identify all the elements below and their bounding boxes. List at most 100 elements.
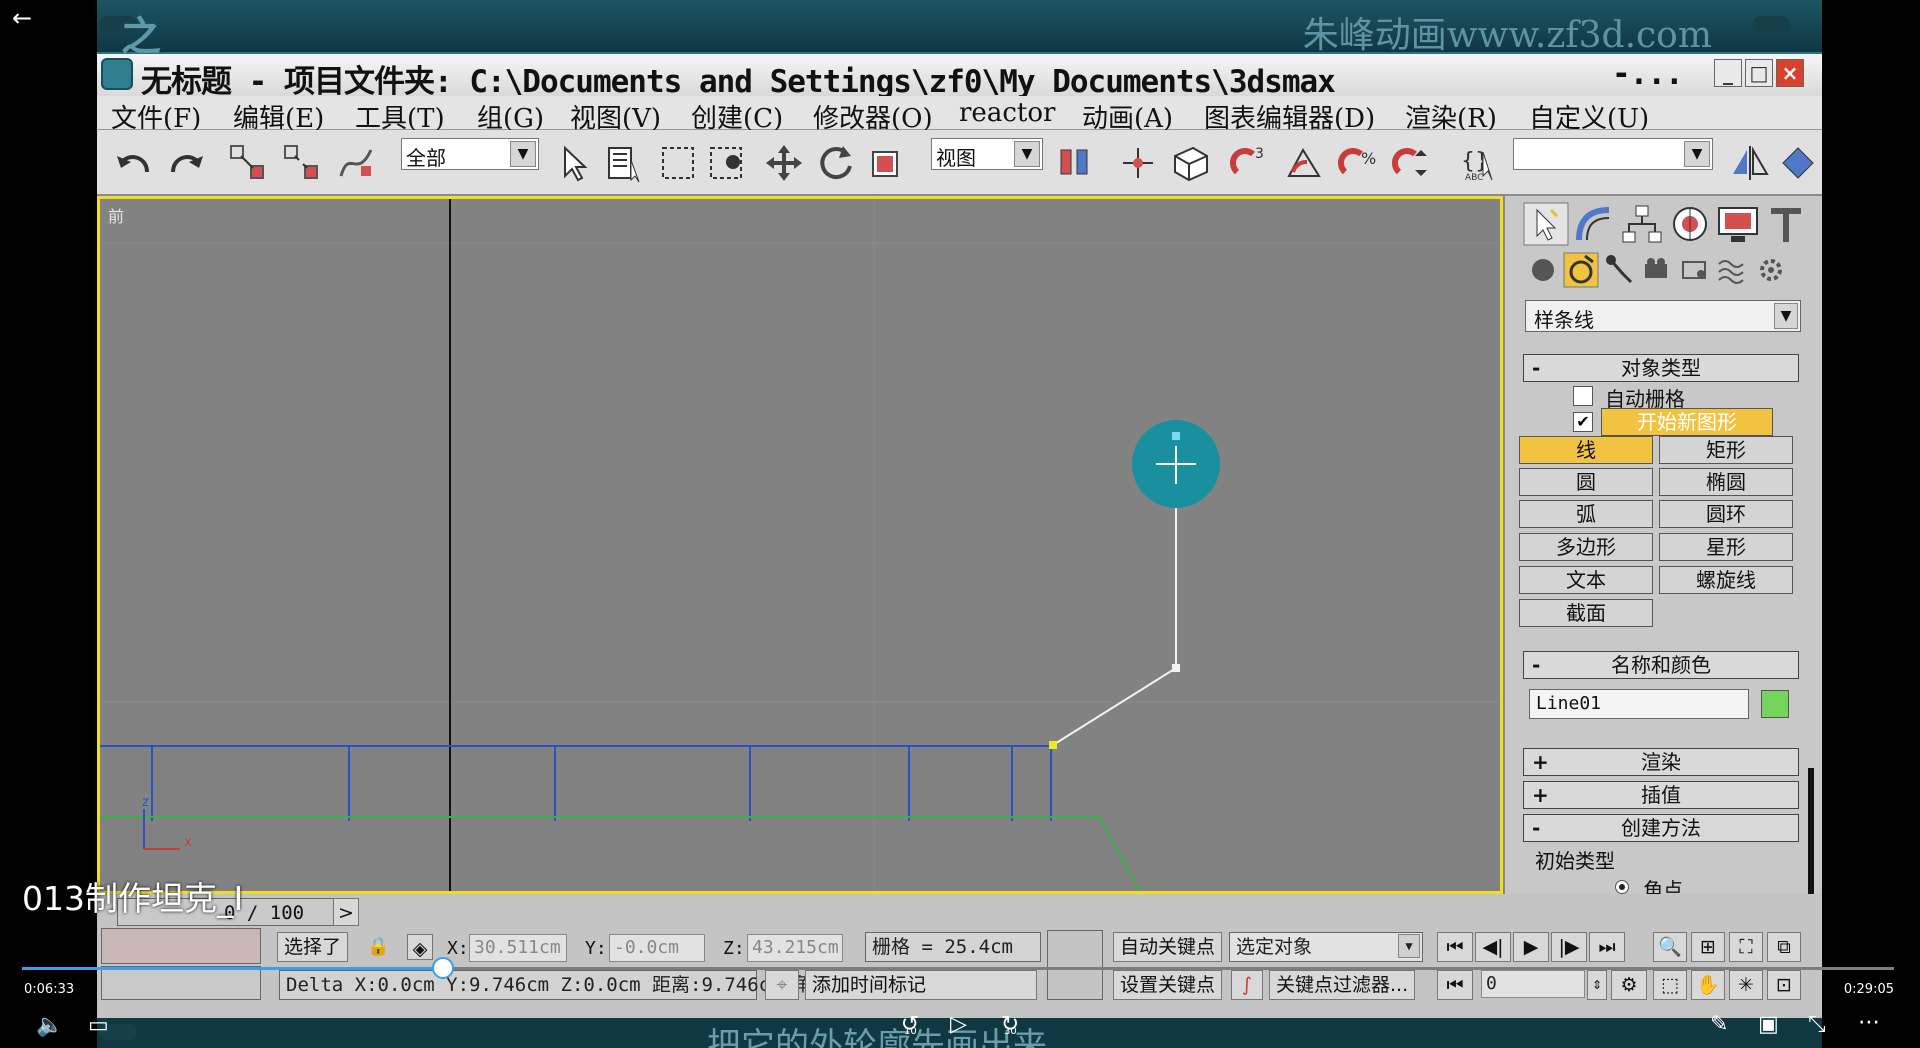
object-color-swatch[interactable]	[1761, 690, 1789, 718]
back-arrow-icon[interactable]: ←	[12, 4, 32, 32]
minimize-button[interactable]: _	[1714, 59, 1742, 87]
cameras-category-icon[interactable]	[1639, 252, 1675, 288]
select-and-link-icon[interactable]	[227, 142, 269, 184]
shape-button-star[interactable]: 星形	[1659, 533, 1793, 561]
time-slider-next-icon[interactable]: >	[333, 898, 359, 926]
utilities-tab-icon[interactable]	[1763, 202, 1809, 246]
create-tab-icon[interactable]	[1523, 202, 1569, 246]
select-and-rotate-icon[interactable]	[815, 142, 857, 184]
geometry-category-icon[interactable]	[1525, 252, 1561, 288]
x-coord-field[interactable]: 30.511cm	[469, 934, 567, 962]
hierarchy-tab-icon[interactable]	[1619, 202, 1665, 246]
close-button[interactable]: ×	[1776, 59, 1804, 87]
go-to-start-icon[interactable]: ⏮	[1437, 932, 1473, 962]
edit-named-selection-icon[interactable]: {}ABC	[1457, 142, 1499, 184]
pen-icon[interactable]: ✎	[1710, 1012, 1728, 1037]
systems-category-icon[interactable]	[1753, 252, 1789, 288]
redo-icon[interactable]	[165, 142, 207, 184]
shape-button-text[interactable]: 文本	[1519, 566, 1653, 594]
interpolation-rollout-header[interactable]: + 插值	[1523, 781, 1799, 809]
lock-icon[interactable]: 🔒	[367, 936, 389, 957]
menu-reactor[interactable]: reactor	[959, 98, 1055, 128]
select-by-name-icon[interactable]	[605, 142, 647, 184]
select-and-scale-icon[interactable]	[867, 142, 909, 184]
viewport-scene[interactable]	[100, 199, 1500, 891]
shape-button-ngon[interactable]: 多边形	[1519, 533, 1653, 561]
volume-icon[interactable]: 🔈	[36, 1013, 63, 1038]
command-panel-scrollbar[interactable]	[1808, 768, 1814, 908]
modify-tab-icon[interactable]	[1571, 202, 1617, 246]
object-name-input[interactable]: Line01	[1529, 689, 1749, 719]
zoom-icon[interactable]: 🔍	[1653, 932, 1687, 962]
spinner-snap-toggle-icon[interactable]	[1391, 142, 1433, 184]
spline-vertex-first[interactable]	[1049, 741, 1057, 749]
reference-coordinate-dropdown[interactable]: 视图 ▼	[931, 138, 1043, 170]
key-mode-toggle-icon[interactable]: ⏮	[1437, 970, 1473, 1000]
shape-button-arc[interactable]: 弧	[1519, 500, 1653, 528]
progress-bar[interactable]	[22, 967, 1894, 970]
arc-rotate-icon[interactable]: ✳	[1729, 970, 1763, 1000]
pivot-point-center-icon[interactable]	[1055, 142, 1097, 184]
select-and-move-icon[interactable]	[763, 142, 805, 184]
play-animation-icon[interactable]: ▶	[1513, 932, 1549, 962]
frame-spinner-icon[interactable]: ⇕	[1587, 970, 1607, 1000]
helpers-category-icon[interactable]	[1677, 252, 1713, 288]
key-set-dropdown[interactable]: 选定对象 ▼	[1229, 932, 1423, 962]
spline-vertex[interactable]	[1172, 664, 1180, 672]
y-coord-field[interactable]: -0.0cm	[609, 934, 705, 962]
zoom-extents-all-icon[interactable]: ⧉	[1767, 932, 1801, 962]
shape-button-circle[interactable]: 圆	[1519, 468, 1653, 496]
lights-category-icon[interactable]	[1601, 252, 1637, 288]
front-viewport[interactable]: 前 z x	[97, 196, 1503, 894]
maximize-button[interactable]: □	[1745, 59, 1773, 87]
exit-fullscreen-icon[interactable]: ⤡	[1808, 1012, 1826, 1037]
skip-forward-icon[interactable]: ↻ 30	[996, 1012, 1024, 1037]
object-category-dropdown[interactable]: 样条线 ▼	[1525, 300, 1801, 332]
corner-radio[interactable]	[1615, 880, 1629, 894]
maximize-viewport-icon[interactable]: ⊡	[1767, 970, 1801, 1000]
shape-button-rectangle[interactable]: 矩形	[1659, 436, 1793, 464]
shape-button-donut[interactable]: 圆环	[1659, 500, 1793, 528]
video-frame[interactable]: 之 朱峰动画www.zf3d.com 无标题 - 项目文件夹: C:\Docum…	[97, 0, 1822, 1048]
named-selection-sets-dropdown[interactable]: ▼	[1513, 138, 1713, 170]
shapes-category-icon[interactable]	[1563, 252, 1599, 288]
key-filters-button[interactable]: 关键点过滤器...	[1269, 970, 1416, 1000]
auto-key-button[interactable]: 自动关键点	[1113, 932, 1223, 962]
rectangular-selection-region-icon[interactable]	[657, 142, 699, 184]
select-and-manipulate-icon[interactable]	[1117, 142, 1159, 184]
angle-snap-toggle-icon[interactable]	[1283, 142, 1325, 184]
pan-view-icon[interactable]: ✋	[1691, 970, 1725, 1000]
name-color-rollout-header[interactable]: - 名称和颜色	[1523, 651, 1799, 679]
time-configuration-icon[interactable]: ⚙	[1611, 970, 1647, 1000]
rendering-rollout-header[interactable]: + 渲染	[1523, 748, 1799, 776]
play-icon[interactable]: ▷	[950, 1012, 967, 1037]
select-object-icon[interactable]	[553, 142, 595, 184]
region-zoom-icon[interactable]: ⬚	[1653, 970, 1687, 1000]
absolute-mode-icon[interactable]: ◈	[407, 934, 433, 960]
snaps-toggle-icon[interactable]: 3	[1229, 142, 1271, 184]
shape-button-line[interactable]: 线	[1519, 436, 1653, 464]
miniplayer-icon[interactable]: ▣	[1758, 1012, 1779, 1037]
add-time-tag-button[interactable]: 添加时间标记	[805, 970, 1037, 1000]
key-curve-icon[interactable]: ∫	[1231, 970, 1263, 1000]
selection-filter-dropdown[interactable]: 全部 ▼	[401, 138, 539, 170]
shape-button-helix[interactable]: 螺旋线	[1659, 566, 1793, 594]
creation-method-rollout-header[interactable]: - 创建方法	[1523, 814, 1799, 842]
z-coord-field[interactable]: 43.215cm	[747, 934, 843, 962]
object-type-rollout-header[interactable]: - 对象类型	[1523, 354, 1799, 382]
shape-button-section[interactable]: 截面	[1519, 599, 1653, 627]
skip-back-icon[interactable]: ↺ 10	[896, 1012, 924, 1037]
key-mode-icon[interactable]	[1047, 930, 1103, 1000]
set-key-button[interactable]: 设置关键点	[1113, 970, 1223, 1000]
percent-snap-toggle-icon[interactable]: %	[1337, 142, 1379, 184]
undo-icon[interactable]	[113, 142, 155, 184]
maxscript-listener-output[interactable]	[101, 966, 261, 1000]
captions-icon[interactable]: ▭	[88, 1013, 109, 1038]
display-tab-icon[interactable]	[1715, 202, 1761, 246]
keyboard-shortcut-override-icon[interactable]	[1169, 142, 1211, 184]
mirror-icon[interactable]	[1729, 142, 1771, 184]
start-new-shape-checkbox[interactable]: ✔	[1573, 412, 1593, 432]
bind-to-space-warp-icon[interactable]	[335, 142, 377, 184]
current-frame-field[interactable]: 0	[1481, 970, 1585, 998]
unlink-selection-icon[interactable]	[281, 142, 323, 184]
